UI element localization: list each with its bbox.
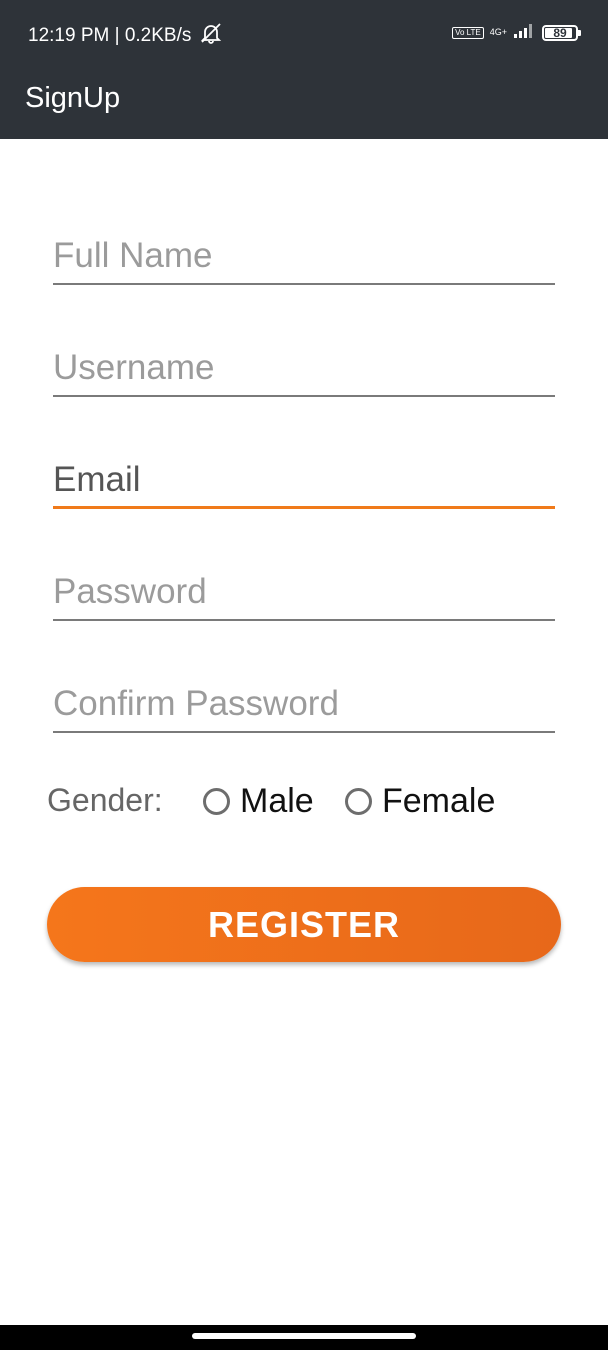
email-field[interactable] [53, 453, 555, 509]
radio-female[interactable]: Female [345, 782, 495, 821]
username-input[interactable] [53, 341, 555, 395]
radio-circle-icon[interactable] [345, 788, 372, 815]
register-button[interactable]: REGISTER [47, 887, 561, 962]
page-title: SignUp [25, 82, 121, 114]
status-time-text: 12:19 PM | 0.2KB/s [28, 25, 192, 47]
battery-level: 89 [553, 25, 567, 40]
radio-male-label[interactable]: Male [240, 782, 314, 821]
email-input[interactable] [53, 453, 555, 506]
navigation-bar [0, 1325, 608, 1350]
network-type: 4G+ [489, 27, 507, 37]
radio-circle-icon[interactable] [203, 788, 230, 815]
radio-male[interactable]: Male [203, 782, 314, 821]
mute-icon [199, 22, 223, 50]
gender-label: Gender: [47, 782, 163, 818]
confirm-password-input[interactable] [53, 677, 555, 731]
password-field[interactable] [53, 565, 555, 621]
full-name-input[interactable] [53, 229, 555, 283]
signal-icon [514, 22, 536, 43]
status-time-speed: 12:19 PM | 0.2KB/s [28, 22, 223, 50]
confirm-password-field[interactable] [53, 677, 555, 733]
username-field[interactable] [53, 341, 555, 397]
status-bar: 12:19 PM | 0.2KB/s Vo LTE 4G+ 89 [0, 0, 608, 68]
volte-icon: Vo LTE [452, 26, 484, 39]
status-icons: Vo LTE 4G+ 89 [452, 22, 581, 43]
full-name-field[interactable] [53, 229, 555, 285]
battery-icon: 89 [542, 24, 581, 41]
password-input[interactable] [53, 565, 555, 619]
app-bar: SignUp [0, 68, 608, 139]
home-indicator[interactable] [192, 1333, 416, 1339]
radio-female-label[interactable]: Female [382, 782, 495, 821]
